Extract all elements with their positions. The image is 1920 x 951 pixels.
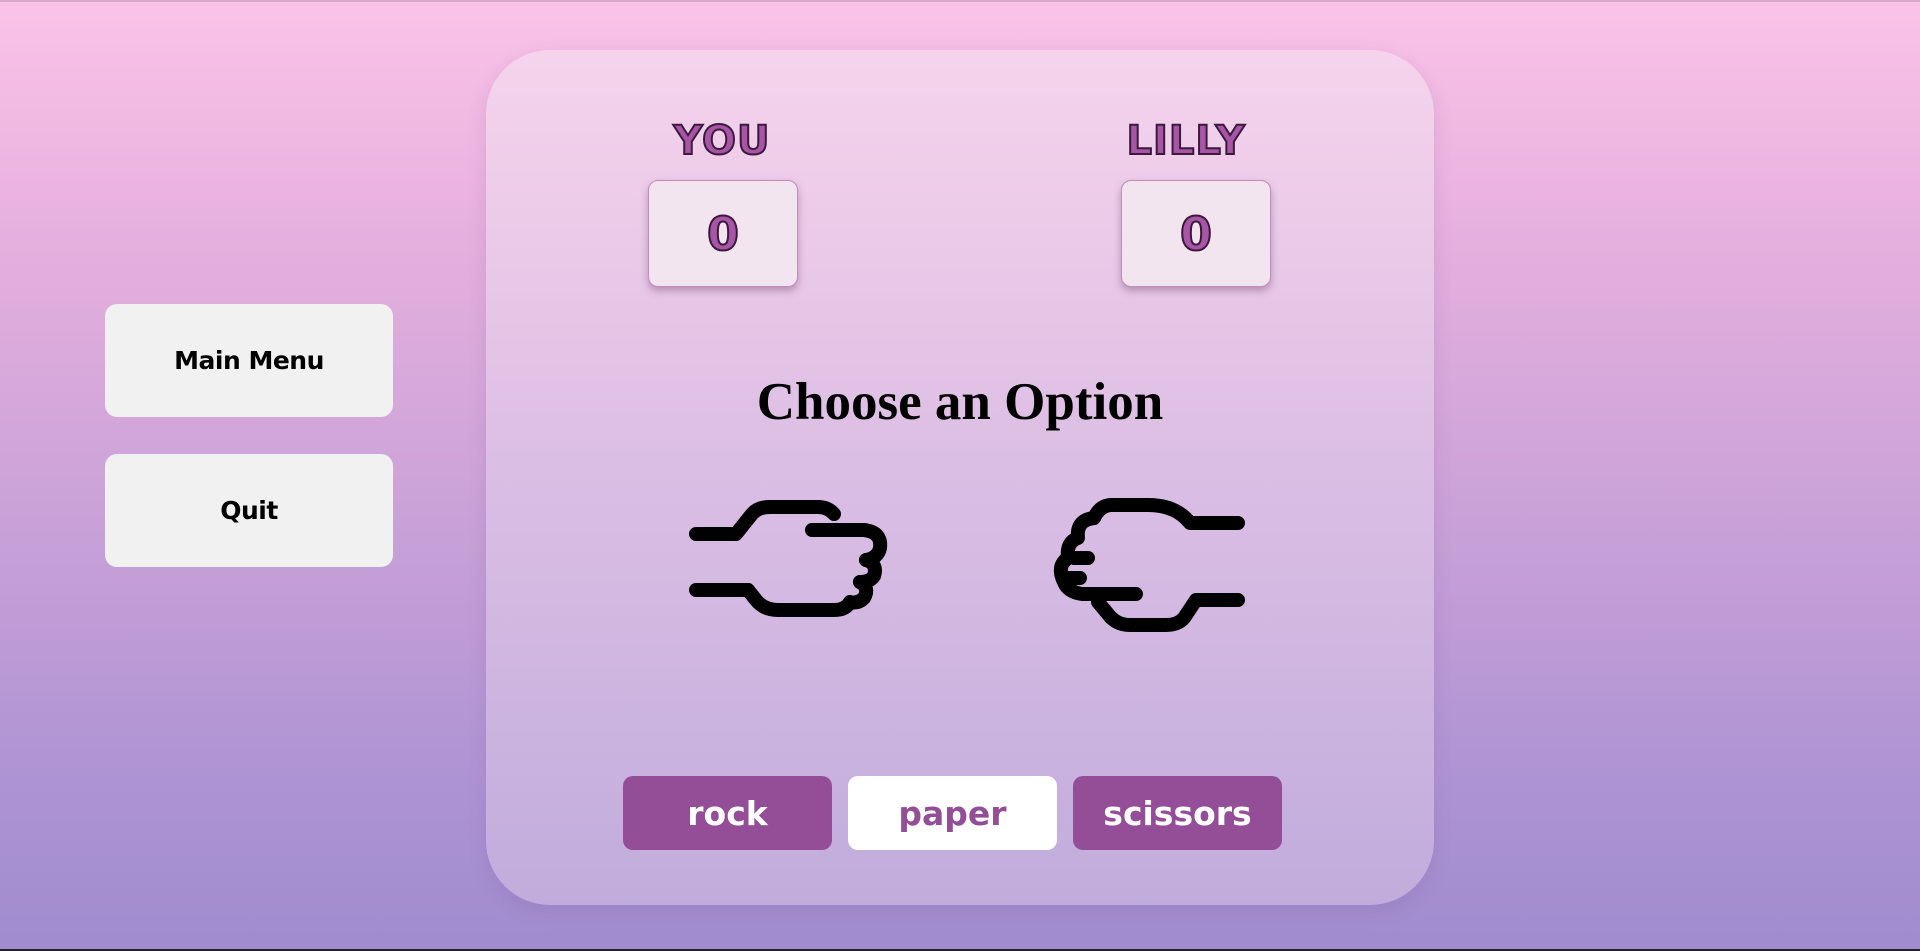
opponent-score-value: 0 <box>1179 206 1213 262</box>
choose-option-heading: Choose an Option <box>756 373 1164 431</box>
rock-hand-icon <box>689 500 888 617</box>
player-score-box: 0 <box>648 180 798 287</box>
paper-button[interactable]: paper <box>848 776 1057 850</box>
player-score-value: 0 <box>706 206 740 262</box>
opponent-score-box: 0 <box>1121 180 1271 287</box>
scissors-button[interactable]: scissors <box>1073 776 1282 850</box>
rock-button[interactable]: rock <box>623 776 832 850</box>
game-card: YOU 0 LILLY 0 Choose an Option rock pape… <box>486 50 1434 905</box>
main-menu-button[interactable]: Main Menu <box>105 304 393 417</box>
opponent-name-label: LILLY <box>1125 117 1246 165</box>
quit-button[interactable]: Quit <box>105 454 393 567</box>
paper-hand-icon <box>1053 498 1245 632</box>
player-name-label: YOU <box>672 117 771 165</box>
rock-hand-outline <box>686 500 687 501</box>
